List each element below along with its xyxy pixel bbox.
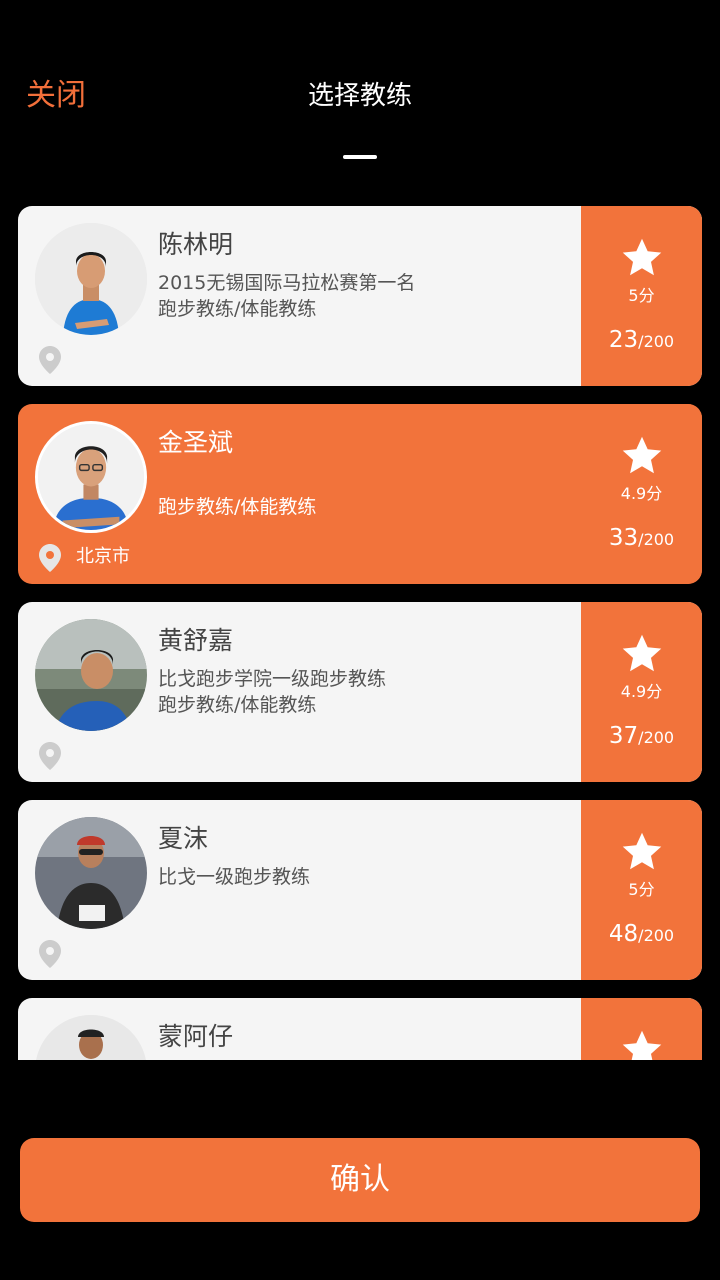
coach-description: 比戈跑步学院一级跑步教练 [158,668,387,690]
booked-count: 37 [608,723,639,749]
location-pin-icon [39,940,61,968]
coach-name: 蒙阿仔 [158,1022,234,1051]
location-pin-icon [39,544,61,572]
coach-student-count: 48/200 [581,917,702,953]
coach-city: 北京市 [76,546,130,567]
coach-role: 跑步教练/体能教练 [158,496,317,518]
star-icon [622,634,662,672]
coach-card[interactable]: 蒙阿仔 [18,998,702,1060]
capacity-count: /200 [638,530,675,549]
coach-student-count: 23/200 [581,323,702,359]
coach-rating: 4.9分 [620,682,663,701]
coach-rating-panel: 4.9分 37/200 [581,602,702,782]
star-icon [622,832,662,870]
coach-rating: 5分 [628,286,655,305]
star-icon [622,436,662,474]
coach-avatar [35,817,147,929]
coach-card-main: 夏沫 比戈一级跑步教练 [18,800,581,980]
coach-card-selected[interactable]: 金圣斌 跑步教练/体能教练 北京市 4.9分 33/200 [18,404,702,584]
booked-count: 33 [608,525,639,551]
coach-student-count: 37/200 [581,719,702,755]
coach-rating-panel: 5分 23/200 [581,206,702,386]
coach-avatar [35,421,147,533]
coach-student-count: 33/200 [581,521,702,557]
coach-description: 比戈一级跑步教练 [158,866,311,888]
coach-card-main: 金圣斌 跑步教练/体能教练 北京市 [18,404,581,584]
coach-name: 夏沫 [158,824,209,853]
coach-rating: 4.9分 [620,484,663,503]
coach-role: 跑步教练/体能教练 [158,298,317,320]
coach-role: 跑步教练/体能教练 [158,694,317,716]
coach-list[interactable]: 陈林明 2015无锡国际马拉松赛第一名 跑步教练/体能教练 5分 23/200 [0,206,720,1060]
capacity-count: /200 [638,728,675,747]
title-underline [343,155,377,159]
confirm-button[interactable]: 确认 [20,1138,700,1222]
location-pin-icon [39,742,61,770]
star-icon [622,238,662,276]
coach-rating-panel [581,998,702,1060]
capacity-count: /200 [638,926,675,945]
coach-card-main: 陈林明 2015无锡国际马拉松赛第一名 跑步教练/体能教练 [18,206,581,386]
coach-card-main: 黄舒嘉 比戈跑步学院一级跑步教练 跑步教练/体能教练 [18,602,581,782]
coach-avatar [35,619,147,731]
coach-card-main: 蒙阿仔 [18,998,581,1060]
star-icon [622,1030,662,1060]
coach-rating-panel: 4.9分 33/200 [581,404,702,584]
header: 关闭 选择教练 [0,0,720,190]
coach-card[interactable]: 夏沫 比戈一级跑步教练 5分 48/200 [18,800,702,980]
page-title: 选择教练 [307,81,412,111]
coach-name: 陈林明 [158,230,234,259]
coach-description: 2015无锡国际马拉松赛第一名 [158,272,416,294]
booked-count: 23 [608,327,639,353]
coach-card[interactable]: 陈林明 2015无锡国际马拉松赛第一名 跑步教练/体能教练 5分 23/200 [18,206,702,386]
coach-avatar [35,223,147,335]
capacity-count: /200 [638,332,675,351]
location-pin-icon [39,346,61,374]
coach-rating-panel: 5分 48/200 [581,800,702,980]
coach-avatar [35,1015,147,1060]
coach-name: 黄舒嘉 [158,626,234,655]
coach-rating: 5分 [628,880,655,899]
booked-count: 48 [608,921,639,947]
coach-card[interactable]: 黄舒嘉 比戈跑步学院一级跑步教练 跑步教练/体能教练 4.9分 37/200 [18,602,702,782]
coach-name: 金圣斌 [158,428,234,457]
